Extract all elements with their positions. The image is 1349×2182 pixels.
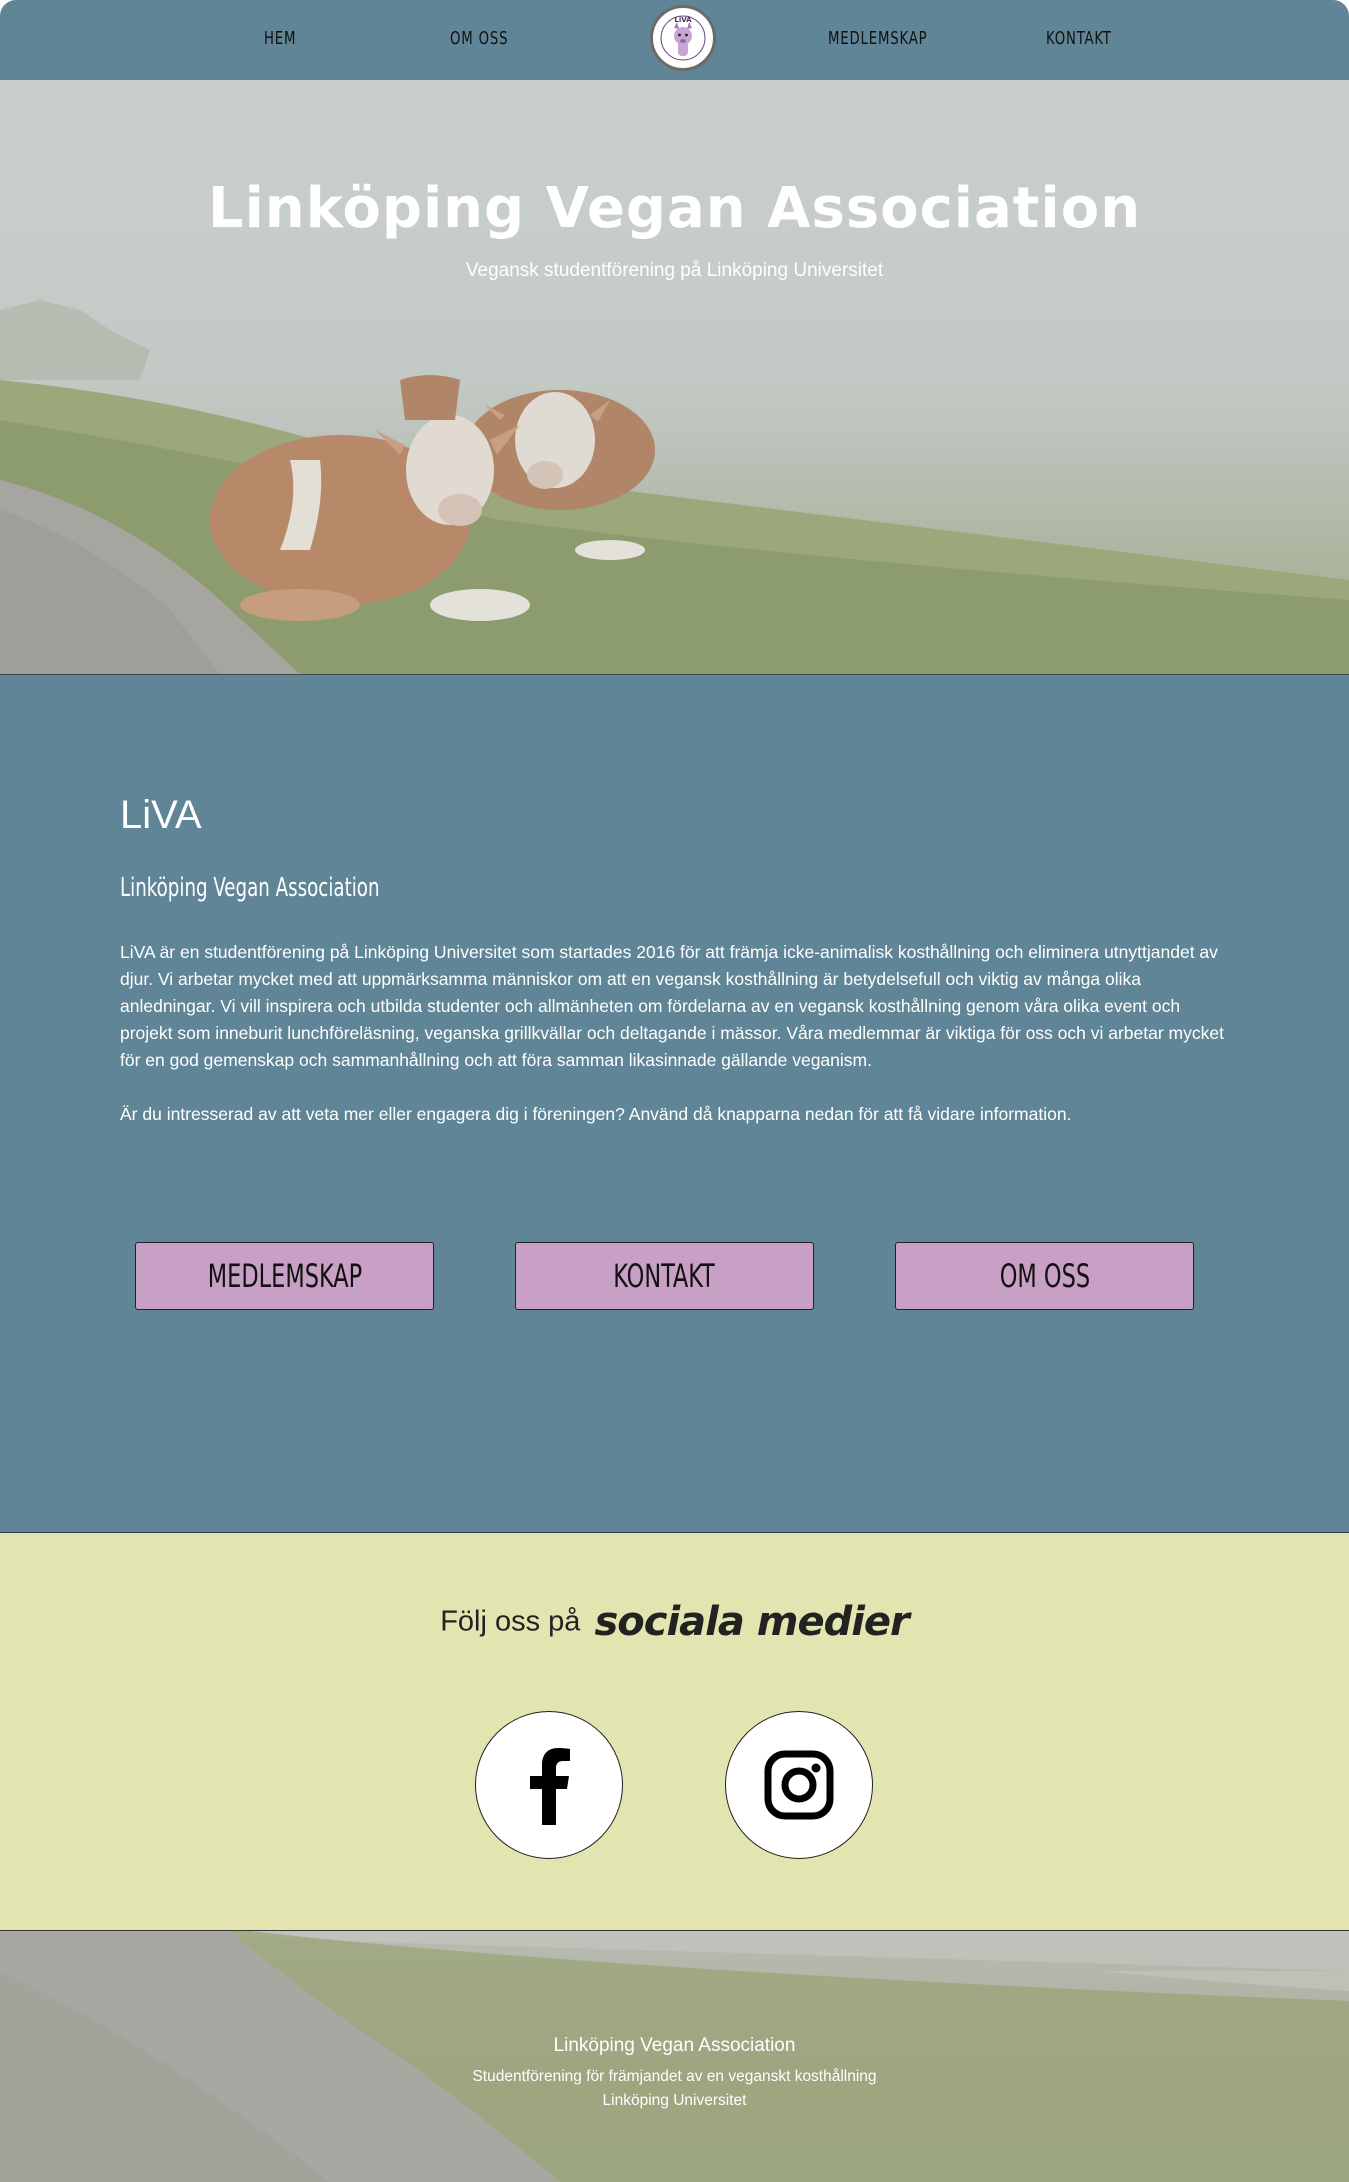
- liva-logo[interactable]: LiVA: [650, 5, 716, 71]
- top-navigation: HEM OM OSS LiVA MEDLEMSKAP KONTAKT: [0, 0, 1349, 81]
- hero-subtitle: Vegansk studentförening på Linköping Uni…: [465, 260, 884, 281]
- about-section: LiVA Linköping Vegan Association LiVA är…: [0, 675, 1349, 1533]
- footer-title: Linköping Vegan Association: [553, 2035, 796, 2056]
- medlemskap-button-label: MEDLEMSKAP: [207, 1257, 362, 1295]
- hero-title: Linköping Vegan Association: [207, 176, 1142, 241]
- about-heading: LiVA: [120, 793, 202, 837]
- logo-text: LiVA: [674, 16, 692, 24]
- social-heading-prefix: Följ oss på: [440, 1605, 581, 1638]
- social-heading-emphasis: sociala medier: [594, 1599, 909, 1645]
- instagram-icon: [764, 1750, 834, 1820]
- facebook-icon: [530, 1748, 570, 1825]
- nav-link-hem[interactable]: HEM: [264, 28, 296, 49]
- nav-link-om-oss[interactable]: OM OSS: [450, 28, 508, 49]
- footer: Linköping Vegan Association Studentfören…: [0, 1931, 1349, 2182]
- kontakt-button-label: KONTAKT: [613, 1257, 716, 1295]
- about-paragraph: LiVA är en studentförening på Linköping …: [120, 942, 1224, 1070]
- hero-cows-image: [0, 80, 1349, 674]
- social-heading: Följ oss på sociala medier: [0, 1599, 1349, 1645]
- instagram-link[interactable]: [725, 1711, 873, 1859]
- kontakt-button[interactable]: KONTAKT: [515, 1242, 814, 1310]
- social-media-section: Följ oss på sociala medier: [0, 1533, 1349, 1931]
- hero-banner: Linköping Vegan Association Vegansk stud…: [0, 80, 1349, 675]
- footer-university: Linköping Universitet: [602, 2092, 747, 2109]
- about-cta-paragraph: Är du intresserad av att veta mer eller …: [120, 1104, 1072, 1124]
- nav-link-medlemskap[interactable]: MEDLEMSKAP: [828, 28, 927, 49]
- footer-tagline: Studentförening för främjandet av en veg…: [472, 2068, 877, 2085]
- facebook-link[interactable]: [475, 1711, 623, 1859]
- medlemskap-button[interactable]: MEDLEMSKAP: [135, 1242, 434, 1310]
- om-oss-button[interactable]: OM OSS: [895, 1242, 1194, 1310]
- about-subheading: Linköping Vegan Association: [120, 873, 380, 903]
- om-oss-button-label: OM OSS: [999, 1257, 1090, 1295]
- nav-link-kontakt[interactable]: KONTAKT: [1046, 28, 1112, 49]
